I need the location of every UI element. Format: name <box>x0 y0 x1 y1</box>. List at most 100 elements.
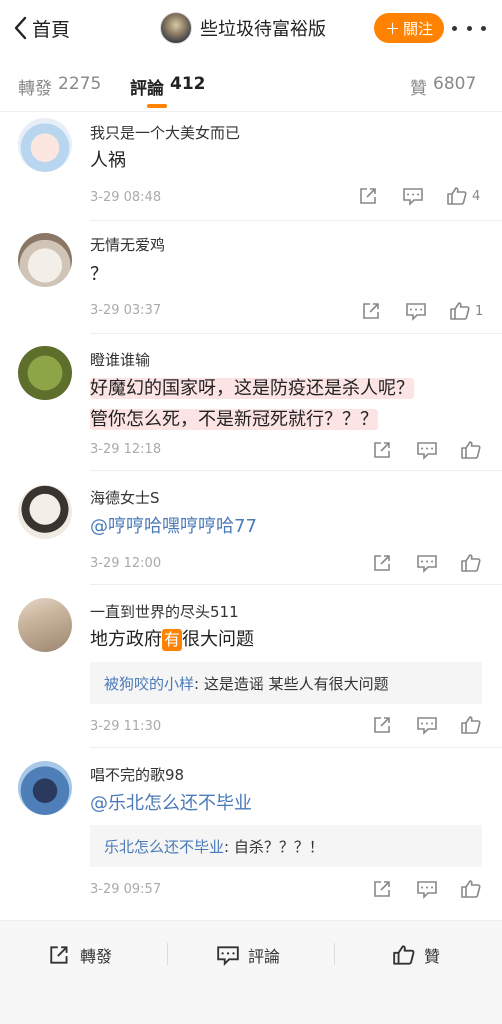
comment-icon <box>406 303 426 321</box>
avatar[interactable] <box>18 485 72 539</box>
tab-active-indicator <box>147 104 167 108</box>
commenter-name[interactable]: 我只是一个大美女而已 <box>90 122 240 143</box>
like-button[interactable] <box>460 440 482 460</box>
comment-icon <box>217 946 239 966</box>
comment-time: 3-29 09:57 <box>90 882 162 897</box>
more-button[interactable] <box>452 16 486 40</box>
like-button[interactable]: 1 <box>449 301 483 321</box>
thumbs-up-icon <box>461 716 481 734</box>
comment-icon <box>417 717 437 735</box>
tab-label: 贊 <box>410 79 427 99</box>
share-icon <box>50 946 68 964</box>
avatar[interactable] <box>18 598 72 652</box>
comment-icon <box>417 442 437 460</box>
reply-author[interactable]: 被狗咬的小样 <box>104 673 194 694</box>
plus-icon: ＋ <box>384 19 400 38</box>
avatar[interactable] <box>18 233 72 287</box>
commenter-name[interactable]: 海德女士S <box>90 487 160 508</box>
comment-button[interactable]: 評論 <box>216 941 280 969</box>
share-button[interactable] <box>372 440 394 460</box>
commenter-name[interactable]: 一直到世界的尽头511 <box>90 601 239 622</box>
emoji-tag: 有 <box>162 629 183 651</box>
tab-repost[interactable]: 轉發 2275 <box>18 74 101 99</box>
avatar[interactable] <box>18 761 72 815</box>
avatar[interactable] <box>160 12 192 44</box>
back-label: 首頁 <box>32 18 71 41</box>
reply-text: : 这是造谣 某些人有很大问题 <box>194 674 389 693</box>
mention-link[interactable]: @乐北怎么还不毕业 <box>90 788 490 819</box>
comment-time: 3-29 11:30 <box>90 719 162 734</box>
tab-label: 評論 <box>130 79 164 99</box>
reply-author[interactable]: 乐北怎么还不毕业 <box>104 836 224 857</box>
commenter-name[interactable]: 无情无爱鸡 <box>90 234 165 255</box>
like-label: 贊 <box>424 947 441 966</box>
share-button[interactable] <box>358 186 380 206</box>
page-title-group[interactable]: 些垃圾待富裕版 <box>160 11 326 45</box>
reply-button[interactable] <box>416 715 438 735</box>
like-button[interactable] <box>460 715 482 735</box>
reply-button[interactable] <box>402 186 424 206</box>
divider <box>90 584 502 585</box>
thumbs-up-icon <box>461 441 481 459</box>
mention-link[interactable]: @哼哼哈嘿哼哼哈77 <box>90 511 490 542</box>
share-icon <box>360 188 376 204</box>
share-icon <box>363 303 379 319</box>
like-count: 4 <box>472 188 481 204</box>
repost-label: 轉發 <box>80 947 113 966</box>
share-icon <box>374 717 390 733</box>
more-dot-icon <box>452 25 457 31</box>
comment-icon <box>417 881 437 899</box>
avatar[interactable] <box>18 346 72 400</box>
reply-button[interactable] <box>416 879 438 899</box>
tab-label: 轉發 <box>18 79 52 99</box>
divider <box>90 333 502 334</box>
like-button[interactable] <box>460 879 482 899</box>
reply-preview[interactable]: 乐北怎么还不毕业: 自杀？？？！ <box>90 825 482 867</box>
share-button[interactable] <box>372 553 394 573</box>
commenter-name[interactable]: 唱不完的歌98 <box>90 764 184 785</box>
share-icon <box>374 442 390 458</box>
share-button[interactable] <box>372 879 394 899</box>
comment-text-line: 好魔幻的国家呀，这是防疫还是杀人呢？ <box>90 378 414 399</box>
comment-actions <box>350 553 482 573</box>
comment-text: 好魔幻的国家呀，这是防疫还是杀人呢？ 管你怎么死，不是新冠死就行？？？ <box>90 373 490 435</box>
divider <box>90 747 502 748</box>
comment-time: 3-29 12:18 <box>90 442 162 457</box>
tab-bar: 轉發 2275 評論 412 贊 6807 <box>0 56 502 112</box>
follow-button[interactable]: ＋ 關注 <box>374 13 444 43</box>
divider <box>90 220 502 221</box>
more-dot-icon <box>466 25 472 31</box>
comment-text-part: 地方政府 <box>90 629 162 650</box>
tab-likes[interactable]: 贊 6807 <box>410 74 476 99</box>
comment-time: 3-29 08:48 <box>90 190 162 205</box>
comment-actions <box>350 715 482 735</box>
commenter-name[interactable]: 瞪谁谁输 <box>90 349 150 370</box>
comment-actions <box>350 879 482 899</box>
comment-icon <box>403 188 423 206</box>
reply-button[interactable] <box>416 440 438 460</box>
share-icon <box>374 881 390 897</box>
thumbs-up-icon <box>450 302 470 320</box>
like-post-button[interactable]: 贊 <box>392 941 440 969</box>
comment-text-part: 很大问题 <box>182 629 255 650</box>
back-button[interactable]: 首頁 <box>12 12 70 44</box>
follow-label: 關注 <box>403 19 434 38</box>
share-button[interactable] <box>361 301 383 321</box>
comment-text: 人祸 <box>90 150 126 171</box>
avatar[interactable] <box>18 118 72 172</box>
reply-preview[interactable]: 被狗咬的小样: 这是造谣 某些人有很大问题 <box>90 662 482 704</box>
like-button[interactable]: 4 <box>446 186 480 206</box>
thumbs-up-icon <box>461 554 481 572</box>
thumbs-up-icon <box>393 945 415 965</box>
repost-button[interactable]: 轉發 <box>48 941 112 969</box>
reply-button[interactable] <box>405 301 427 321</box>
tab-count: 6807 <box>433 74 477 94</box>
share-button[interactable] <box>372 715 394 735</box>
tab-comments[interactable]: 評論 412 <box>130 74 206 99</box>
like-button[interactable] <box>460 553 482 573</box>
reply-button[interactable] <box>416 553 438 573</box>
comment-time: 3-29 03:37 <box>90 303 162 318</box>
comment-text: 地方政府有很大问题 <box>90 624 490 655</box>
comment-text-line: 管你怎么死，不是新冠死就行？？？ <box>90 409 378 430</box>
thumbs-up-icon <box>447 187 467 205</box>
